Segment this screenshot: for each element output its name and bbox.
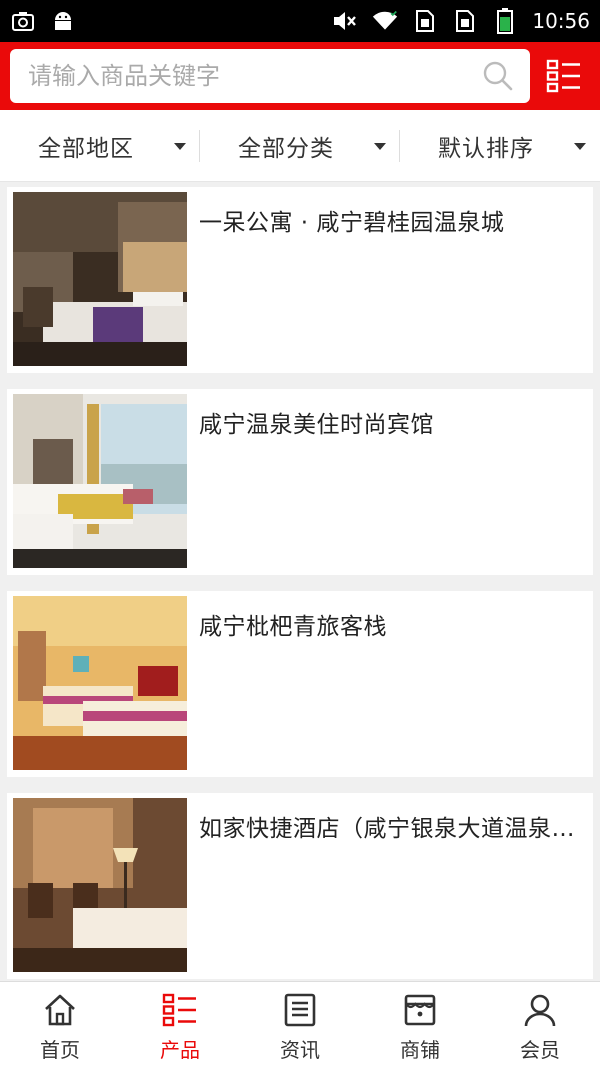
tab-home-label: 首页 xyxy=(40,1038,80,1062)
status-bar-left xyxy=(10,9,76,33)
status-bar-right: 10:56 xyxy=(332,8,590,34)
filter-sort[interactable]: 默认排序 xyxy=(400,110,600,182)
filter-category-label: 全部分类 xyxy=(238,135,334,162)
filter-region[interactable]: 全部地区 xyxy=(0,110,200,182)
header-bar xyxy=(0,42,600,110)
sim1-icon xyxy=(412,9,438,33)
caret-down-icon xyxy=(174,142,186,150)
wifi-icon xyxy=(372,9,398,33)
member-icon xyxy=(522,992,558,1028)
filter-region-label: 全部地区 xyxy=(38,135,134,162)
filter-category[interactable]: 全部分类 xyxy=(200,110,400,182)
shop-icon xyxy=(402,992,438,1028)
home-icon xyxy=(42,992,78,1028)
search-input[interactable] xyxy=(28,56,458,96)
products-icon xyxy=(162,992,198,1028)
tab-news-label: 资讯 xyxy=(280,1038,320,1062)
android-icon xyxy=(50,9,76,33)
mute-icon xyxy=(332,9,358,33)
sim2-icon xyxy=(452,9,478,33)
hotel-room-twin-beds-photo[interactable] xyxy=(13,596,187,770)
caret-down-icon xyxy=(374,142,386,150)
tab-member-label: 会员 xyxy=(520,1038,560,1062)
news-icon xyxy=(282,992,318,1028)
tab-products-label: 产品 xyxy=(160,1038,200,1062)
product-title[interactable]: 咸宁枇杷青旅客栈 xyxy=(199,607,579,641)
bottom-nav: 首页 产品 资讯 商铺 会员 xyxy=(0,981,600,1067)
search-icon[interactable] xyxy=(482,60,514,92)
product-title[interactable]: 一呆公寓 · 咸宁碧桂园温泉城 xyxy=(199,203,579,237)
screenshot-icon xyxy=(10,9,36,33)
tab-member[interactable]: 会员 xyxy=(480,982,600,1067)
battery-icon xyxy=(492,8,518,34)
product-card[interactable]: 一呆公寓 · 咸宁碧桂园温泉城 xyxy=(7,187,593,373)
tab-shop-label: 商铺 xyxy=(400,1038,440,1062)
status-bar: 10:56 xyxy=(0,0,600,42)
list-menu-icon[interactable] xyxy=(546,58,582,94)
product-card[interactable]: 咸宁枇杷青旅客栈 xyxy=(7,591,593,777)
tab-news[interactable]: 资讯 xyxy=(240,982,360,1067)
tab-products[interactable]: 产品 xyxy=(120,982,240,1067)
product-title[interactable]: 如家快捷酒店（咸宁银泉大道温泉中心店） xyxy=(199,809,579,843)
product-card[interactable]: 咸宁温泉美住时尚宾馆 xyxy=(7,389,593,575)
caret-down-icon xyxy=(574,142,586,150)
status-time: 10:56 xyxy=(532,9,590,33)
search-box[interactable] xyxy=(10,49,530,103)
hotel-room-balcony-photo[interactable] xyxy=(13,394,187,568)
product-card[interactable]: 如家快捷酒店（咸宁银泉大道温泉中心店） xyxy=(7,793,593,979)
product-list: 一呆公寓 · 咸宁碧桂园温泉城 咸宁温泉美住时尚宾馆 咸宁枇杷青旅客栈 如家快捷… xyxy=(7,187,593,995)
hotel-room-lamp-photo[interactable] xyxy=(13,798,187,972)
tab-home[interactable]: 首页 xyxy=(0,982,120,1067)
tab-shop[interactable]: 商铺 xyxy=(360,982,480,1067)
hotel-room-dark-photo[interactable] xyxy=(13,192,187,366)
filter-bar: 全部地区 全部分类 默认排序 xyxy=(0,110,600,182)
product-title[interactable]: 咸宁温泉美住时尚宾馆 xyxy=(199,405,579,439)
filter-sort-label: 默认排序 xyxy=(438,135,534,162)
